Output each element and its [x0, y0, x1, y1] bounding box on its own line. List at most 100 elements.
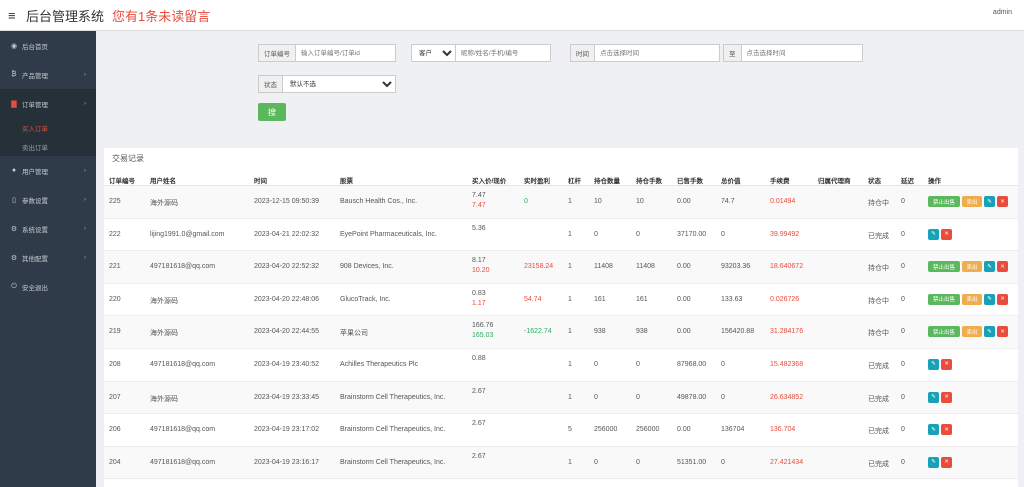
start-time-input[interactable] — [595, 45, 715, 61]
table-row: 206 497181618@qq.com 2023-04-19 23:17:02 Br… — [104, 414, 1018, 447]
cell-id: 222 — [109, 230, 121, 238]
to-label: 至 — [724, 45, 742, 61]
cell-id: 204 — [109, 458, 121, 466]
cell-total: 0 — [721, 360, 725, 368]
sidebar-item-params[interactable]: ▯ 参数设置 › — [0, 185, 96, 214]
customer-filter: 客户 — [411, 44, 551, 62]
customer-type-select[interactable]: 客户 — [412, 45, 456, 61]
cell-delay: 0 — [901, 263, 905, 271]
column-header: 手续费 — [770, 178, 790, 185]
trash-icon[interactable]: ✕ — [941, 424, 952, 436]
cell-user: 497181618@qq.com — [150, 360, 216, 368]
sell-button[interactable]: 卖出 — [962, 326, 982, 338]
cell-stock: Achilles Therapeutics Plc — [340, 360, 419, 368]
sidebar-item-logout[interactable]: ⏻ 安全退出 — [0, 272, 96, 301]
cell-status: 持仓中 — [868, 330, 889, 338]
cell-lever: 1 — [568, 458, 572, 466]
cell-buy-price: 7.47 — [472, 192, 486, 199]
cell-status: 已完成 — [868, 428, 889, 436]
power-icon: ⏻ — [11, 282, 17, 290]
ban-sell-button[interactable]: 禁止出售 — [928, 293, 960, 305]
unread-message-notice[interactable]: 您有1条未读留言 — [112, 6, 210, 25]
cell-qty: 0 — [594, 230, 598, 238]
sidebar-item-label: 产品管理 — [22, 72, 48, 80]
cell-status: 已完成 — [868, 362, 889, 370]
sidebar-item-home[interactable]: ◉ 后台首页 — [0, 31, 96, 60]
edit-icon[interactable]: ✎ — [928, 424, 939, 436]
trash-icon[interactable]: ✕ — [941, 456, 952, 468]
cell-buy-price: 5.36 — [472, 224, 486, 232]
cell-delay: 0 — [901, 295, 905, 303]
cell-time: 2023-04-19 23:16:17 — [254, 458, 319, 466]
cell-hands: 0 — [636, 360, 640, 368]
cell-lever: 1 — [568, 360, 572, 368]
ban-sell-button[interactable]: 禁止出售 — [928, 261, 960, 273]
cell-id: 221 — [109, 263, 121, 271]
sidebar-item-label: 订单管理 — [22, 101, 48, 109]
cell-id: 220 — [109, 295, 121, 303]
trash-icon[interactable]: ✕ — [941, 391, 952, 403]
cell-fee: 18.640672 — [770, 263, 804, 271]
column-header: 总价值 — [721, 178, 741, 185]
cell-user: 497181618@qq.com — [150, 458, 216, 466]
edit-icon[interactable]: ✎ — [984, 261, 995, 273]
sidebar-item-products[interactable]: ₿ 产品管理 › — [0, 60, 96, 89]
chevron-right-icon: › — [84, 225, 86, 232]
bitcoin-icon: ₿ — [11, 71, 17, 78]
sidebar-subitem-buy-orders[interactable]: 买入订单 — [0, 118, 96, 137]
edit-icon[interactable]: ✎ — [928, 228, 939, 240]
cell-hands: 0 — [636, 230, 640, 238]
trash-icon[interactable]: ✕ — [997, 196, 1008, 207]
search-button[interactable]: 搜 — [258, 103, 286, 121]
cell-lever: 1 — [568, 263, 572, 271]
sidebar-item-system[interactable]: ⚙ 系统设置 › — [0, 214, 96, 243]
cell-stock: 908 Devices, Inc. — [340, 263, 394, 271]
customer-search-input[interactable] — [456, 45, 550, 61]
trash-icon[interactable]: ✕ — [997, 261, 1008, 273]
end-time-input[interactable] — [741, 45, 860, 61]
edit-icon[interactable]: ✎ — [928, 358, 939, 370]
sell-button[interactable]: 卖出 — [962, 196, 982, 207]
menu-toggle-icon[interactable]: ≡ — [8, 8, 22, 23]
status-select[interactable]: 默认不选 — [283, 76, 395, 92]
cell-fee: 31.284176 — [770, 328, 804, 336]
trade-records-table: 订单编号 用户姓名 时间 股票 买入价/现价 实时盈利 杠杆 持仓数量 持仓手数… — [104, 172, 1018, 480]
order-number-input[interactable] — [296, 45, 388, 61]
cell-stock: GlucoTrack, Inc. — [340, 295, 391, 303]
ban-sell-button[interactable]: 禁止出售 — [928, 326, 960, 338]
trash-icon[interactable]: ✕ — [941, 358, 952, 370]
trash-icon[interactable]: ✕ — [997, 293, 1008, 305]
edit-icon[interactable]: ✎ — [928, 456, 939, 468]
sell-button[interactable]: 卖出 — [962, 261, 982, 273]
table-row: 204 497181618@qq.com 2023-04-19 23:16:17 Br… — [104, 446, 1018, 480]
cell-qty: 0 — [594, 393, 598, 401]
column-header: 持仓数量 — [594, 178, 620, 185]
sidebar-item-users[interactable]: ● 用户管理 › — [0, 156, 96, 185]
edit-icon[interactable]: ✎ — [928, 391, 939, 403]
sidebar-subitem-sell-orders[interactable]: 卖出订单 — [0, 137, 96, 156]
cell-lever: 1 — [568, 230, 572, 238]
edit-icon[interactable]: ✎ — [984, 326, 995, 338]
sell-button[interactable]: 卖出 — [962, 293, 982, 305]
chevron-right-icon: › — [84, 254, 86, 261]
trash-icon[interactable]: ✕ — [941, 228, 952, 240]
cell-qty: 161 — [594, 295, 606, 303]
cell-user: 海外源码 — [150, 297, 178, 305]
cell-hands: 0 — [636, 458, 640, 466]
cell-sold: 37170.00 — [677, 230, 707, 238]
sidebar-item-other-config[interactable]: ⚙ 其他配置 › — [0, 243, 96, 272]
cell-status: 持仓中 — [868, 200, 889, 207]
sidebar-item-orders[interactable]: ▇ 订单管理 › — [0, 89, 96, 118]
cell-time: 2023-04-20 22:44:55 — [254, 328, 319, 336]
column-header: 用户姓名 — [150, 178, 176, 185]
edit-icon[interactable]: ✎ — [984, 196, 995, 207]
trash-icon[interactable]: ✕ — [997, 326, 1008, 338]
cogs-icon: ⚙ — [10, 225, 18, 233]
cell-time: 2023-04-21 22:02:32 — [254, 230, 319, 238]
table-body: 225 海外源码 2023-12-15 09:50:39 Bausch Health … — [104, 186, 1018, 480]
admin-user-menu[interactable]: admin — [993, 9, 1012, 16]
ban-sell-button[interactable]: 禁止出售 — [928, 196, 960, 207]
cell-profit: 0 — [524, 198, 528, 205]
cell-lever: 1 — [568, 328, 572, 336]
edit-icon[interactable]: ✎ — [984, 293, 995, 305]
